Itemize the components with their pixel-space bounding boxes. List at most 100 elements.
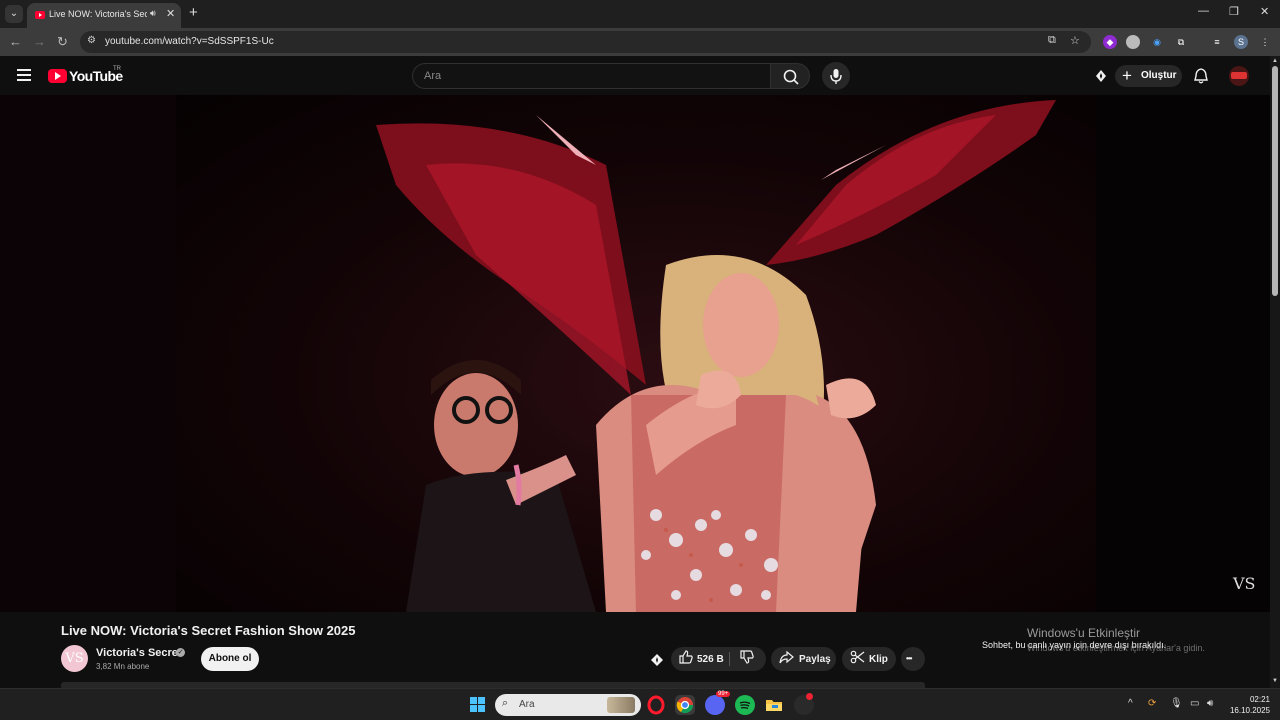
search-icon: ⌕ — [502, 697, 509, 709]
clip-label: Klip — [869, 654, 888, 665]
spotify-icon[interactable] — [735, 695, 755, 715]
share-button[interactable]: Paylaş — [771, 647, 836, 671]
video-scene-image — [376, 100, 1056, 612]
channel-avatar[interactable]: VS — [61, 645, 88, 672]
subscriber-count: 3,82 Mn abone — [96, 662, 150, 671]
close-icon[interactable]: ✕ — [1260, 5, 1269, 18]
show-hidden-icons-icon[interactable]: ^ — [1128, 698, 1133, 709]
browser-tab[interactable]: Live NOW: Victoria's Secret Fashion Show… — [27, 3, 181, 28]
channel-name[interactable]: Victoria's Secret — [96, 647, 182, 659]
restore-icon[interactable]: ❐ — [1229, 5, 1239, 18]
thumbs-up-icon — [679, 650, 693, 664]
new-tab-button[interactable]: + — [189, 4, 198, 21]
microphone-tray-icon[interactable]: 🎙︎ — [1170, 698, 1183, 709]
plus-icon: + — [1122, 66, 1132, 85]
dislike-button[interactable] — [740, 650, 754, 667]
tab-search-button[interactable]: ⌄ — [5, 5, 23, 23]
url-text: youtube.com/watch?v=SdSSPF1S-Uc — [105, 36, 274, 47]
speaker-icon[interactable]: 🔊︎ — [150, 8, 156, 19]
bookmark-star-icon[interactable]: ☆ — [1070, 34, 1080, 47]
opera-icon[interactable] — [646, 695, 666, 715]
youtube-favicon-icon — [35, 11, 45, 19]
site-info-icon[interactable]: ⚙ — [87, 35, 96, 46]
discord-badge: 99+ — [716, 691, 731, 697]
video-title: Live NOW: Victoria's Secret Fashion Show… — [61, 623, 356, 638]
share-label: Paylaş — [799, 654, 831, 665]
browser-tab-strip: ⌄ Live NOW: Victoria's Secret Fashion Sh… — [0, 0, 1280, 28]
create-label: Oluştur — [1141, 70, 1177, 81]
page-scrollbar[interactable]: ▲ ▼ — [1270, 56, 1280, 688]
youtube-header: YouTube TR Ara + Oluştur — [0, 56, 1270, 95]
like-button[interactable] — [679, 650, 693, 667]
video-player[interactable]: VS — [0, 95, 1270, 612]
reload-icon[interactable]: ↻ — [57, 34, 68, 50]
taskbar-search-input[interactable]: ⌕ Ara — [495, 694, 641, 716]
extension-icon[interactable]: ◉ — [1150, 35, 1164, 49]
forward-icon[interactable]: → — [33, 34, 46, 49]
video-letterbox-left — [0, 95, 176, 612]
share-arrow-icon — [779, 650, 794, 667]
windows-start-icon[interactable] — [470, 697, 486, 713]
extension-icon[interactable] — [1126, 35, 1140, 49]
discord-icon[interactable]: 99+ — [705, 691, 731, 715]
app-icon[interactable] — [794, 693, 814, 715]
search-highlight-image — [607, 697, 635, 713]
clip-button[interactable]: Klip — [842, 647, 896, 671]
tab-close-icon[interactable]: ✕ — [166, 7, 175, 20]
notification-dot — [806, 693, 813, 700]
video-frame[interactable] — [176, 95, 1096, 612]
taskbar-search-placeholder: Ara — [519, 699, 535, 710]
volume-icon[interactable]: 🔊︎ — [1207, 698, 1213, 709]
menu-kebab-icon[interactable]: ⋮ — [1258, 35, 1272, 49]
extensions-puzzle-icon[interactable]: ⧉ — [1174, 35, 1188, 49]
back-icon[interactable]: ← — [9, 34, 22, 49]
profile-avatar-icon[interactable]: S — [1234, 35, 1248, 49]
browser-toolbar: ← → ↻ ⚙ youtube.com/watch?v=SdSSPF1S-Uc … — [0, 28, 1280, 56]
more-dots-icon: ••• — [906, 654, 912, 663]
windows-taskbar: ⌕ Ara 99+ ^ ⟳ 🎙︎ ▭ 🔊︎ 02:21 16.10.2025 — [0, 688, 1280, 720]
like-dislike-group: 526 B — [671, 647, 766, 671]
minimize-icon[interactable]: — — [1198, 5, 1209, 17]
scissors-icon — [850, 650, 865, 667]
scroll-up-icon[interactable]: ▲ — [1272, 58, 1278, 64]
verified-badge-icon: ✓ — [176, 648, 185, 657]
search-button[interactable] — [770, 63, 810, 89]
like-count[interactable]: 526 B — [697, 654, 724, 665]
video-details: Live NOW: Victoria's Secret Fashion Show… — [0, 612, 1270, 688]
file-explorer-icon[interactable] — [764, 695, 784, 715]
reading-list-icon[interactable]: ≡ — [1210, 35, 1224, 49]
windows-activation-title: Windows'u Etkinleştir — [1027, 626, 1140, 640]
clock-date: 16.10.2025 — [1229, 706, 1270, 715]
voice-search-button[interactable] — [822, 62, 850, 90]
youtube-logo-icon[interactable] — [48, 69, 67, 83]
tab-title: Live NOW: Victoria's Secret Fashion Show… — [49, 9, 147, 19]
thumbs-down-icon — [740, 650, 754, 664]
account-avatar[interactable] — [1229, 66, 1249, 86]
sparkle-icon[interactable] — [1093, 68, 1109, 84]
like-dislike-divider — [729, 652, 730, 666]
extension-icon[interactable]: ◆ — [1103, 35, 1117, 49]
subscribe-button[interactable]: Abone ol — [201, 647, 259, 671]
install-app-icon[interactable]: ⧉ — [1048, 34, 1056, 47]
create-button[interactable]: + Oluştur — [1115, 65, 1182, 87]
search-icon — [783, 69, 799, 85]
network-icon[interactable]: ▭ — [1190, 698, 1199, 709]
search-input[interactable]: Ara — [412, 63, 770, 89]
microphone-icon — [830, 69, 842, 84]
address-bar[interactable]: ⚙ youtube.com/watch?v=SdSSPF1S-Uc ⧉ ☆ — [80, 31, 1091, 53]
video-letterbox-right — [1096, 95, 1270, 612]
scroll-down-icon[interactable]: ▼ — [1272, 678, 1278, 684]
chrome-icon[interactable] — [675, 695, 695, 715]
more-actions-button[interactable]: ••• — [901, 647, 925, 671]
menu-hamburger-icon[interactable] — [17, 69, 31, 84]
country-code: TR — [113, 66, 121, 72]
vs-watermark: VS — [1233, 574, 1256, 593]
clock-time: 02:21 — [1249, 695, 1270, 704]
sync-icon[interactable]: ⟳ — [1148, 698, 1156, 709]
scrollbar-thumb[interactable] — [1272, 66, 1278, 296]
search-placeholder: Ara — [424, 70, 442, 82]
system-clock[interactable]: 02:21 16.10.2025 — [1226, 694, 1270, 716]
chat-disabled-notice: Sohbet, bu canlı yayın için devre dışı b… — [982, 640, 1167, 650]
ask-sparkle-icon[interactable] — [650, 653, 664, 667]
notifications-bell-icon[interactable] — [1193, 67, 1209, 84]
